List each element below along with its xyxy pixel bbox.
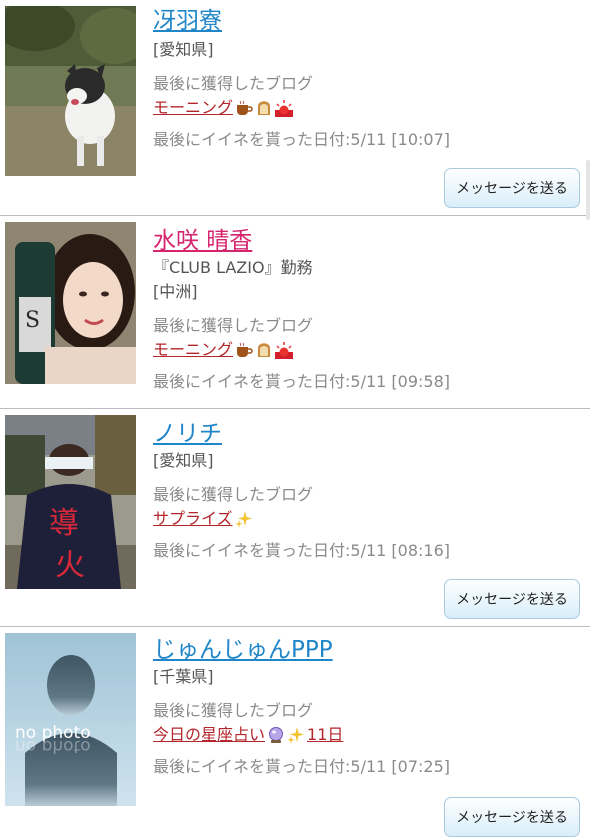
svg-text:火: 火 — [55, 548, 85, 583]
user-card: S 水咲 晴香 『CLUB LAZIO』勤務 [中洲] 最後に獲得したブログ モ… — [0, 216, 590, 409]
last-blog-link[interactable]: サプライズ — [153, 508, 253, 530]
user-location: [愛知県] — [153, 451, 214, 470]
sparkle-icon — [287, 726, 305, 744]
user-card: 冴羽寮 [愛知県] 最後に獲得したブログ モーニング 最後にイイネを貰った日付:… — [0, 0, 590, 216]
user-info: 冴羽寮 [愛知県] 最後に獲得したブログ モーニング 最後にイイネを貰った日付:… — [153, 8, 580, 152]
user-location: [千葉県] — [153, 667, 214, 686]
coffee-cup-icon — [235, 341, 253, 359]
like-date-label: 最後にイイネを貰った日付: — [153, 372, 351, 391]
user-card: no photo no photo じゅんじゅんPPP [千葉県] 最後に獲得し… — [0, 627, 590, 840]
user-name-link[interactable]: ノリチ — [153, 421, 222, 447]
last-blog-label: 最後に獲得したブログ — [153, 316, 314, 335]
like-date-value: 5/11 [09:58] — [350, 372, 451, 391]
user-location: [愛知県] — [153, 40, 214, 59]
like-date-value: 5/11 [10:07] — [350, 130, 451, 149]
last-blog-label: 最後に獲得したブログ — [153, 74, 314, 93]
coffee-cup-icon — [235, 99, 253, 117]
user-info: 水咲 晴香 『CLUB LAZIO』勤務 [中洲] 最後に獲得したブログ モーニ… — [153, 228, 580, 394]
user-photo[interactable]: no photo no photo — [5, 633, 136, 806]
toast-icon — [255, 99, 273, 117]
last-like-date: 最後にイイネを貰った日付:5/11 [08:16] — [153, 539, 580, 563]
toast-icon — [255, 341, 273, 359]
sunrise-icon — [275, 341, 294, 359]
user-photo[interactable] — [5, 6, 136, 176]
last-blog-label: 最後に獲得したブログ — [153, 485, 314, 504]
user-name-link[interactable]: じゅんじゅんPPP — [153, 637, 333, 663]
send-message-button[interactable]: メッセージを送る — [444, 168, 580, 208]
blog-title: 今日の星座占い — [153, 725, 266, 744]
scrollbar[interactable] — [586, 160, 590, 220]
user-name-link[interactable]: 冴羽寮 — [153, 8, 222, 34]
like-date-value: 5/11 [07:25] — [350, 757, 451, 776]
svg-text:S: S — [25, 308, 40, 333]
like-date-label: 最後にイイネを貰った日付: — [153, 757, 351, 776]
no-photo-reflection: no photo — [15, 736, 91, 756]
user-location: [中洲] — [153, 282, 198, 301]
user-info: ノリチ [愛知県] 最後に獲得したブログ サプライズ 最後にイイネを貰った日付:… — [153, 421, 580, 563]
last-like-date: 最後にイイネを貰った日付:5/11 [09:58] — [153, 370, 580, 394]
last-like-date: 最後にイイネを貰った日付:5/11 [07:25] — [153, 755, 580, 779]
user-workplace: 『CLUB LAZIO』勤務 — [153, 258, 313, 277]
user-photo[interactable]: 導 火 — [5, 415, 136, 589]
sparkle-icon — [234, 510, 253, 528]
user-info: じゅんじゅんPPP [千葉県] 最後に獲得したブログ 今日の星座占い 11日 最… — [153, 637, 580, 779]
last-like-date: 最後にイイネを貰った日付:5/11 [10:07] — [153, 128, 580, 152]
user-card: 導 火 ノリチ [愛知県] 最後に獲得したブログ サプライズ 最後にイイネを貰っ… — [0, 409, 590, 627]
blog-title: モーニング — [153, 340, 234, 359]
last-blog-link[interactable]: モーニング — [153, 97, 294, 119]
send-message-button[interactable]: メッセージを送る — [444, 579, 580, 619]
send-message-button[interactable]: メッセージを送る — [444, 797, 580, 837]
blog-title: モーニング — [153, 98, 234, 117]
last-blog-label: 最後に獲得したブログ — [153, 701, 314, 720]
like-date-label: 最後にイイネを貰った日付: — [153, 541, 351, 560]
blog-title: サプライズ — [153, 509, 233, 528]
last-blog-link[interactable]: モーニング — [153, 339, 294, 361]
sunrise-icon — [275, 99, 294, 117]
last-blog-link[interactable]: 今日の星座占い 11日 — [153, 724, 343, 746]
svg-text:導: 導 — [49, 506, 79, 541]
user-photo[interactable]: S — [5, 222, 136, 384]
like-date-label: 最後にイイネを貰った日付: — [153, 130, 351, 149]
user-name-link[interactable]: 水咲 晴香 — [153, 228, 252, 254]
like-date-value: 5/11 [08:16] — [350, 541, 451, 560]
blog-suffix: 11日 — [307, 725, 344, 744]
crystal-ball-icon — [267, 726, 285, 744]
